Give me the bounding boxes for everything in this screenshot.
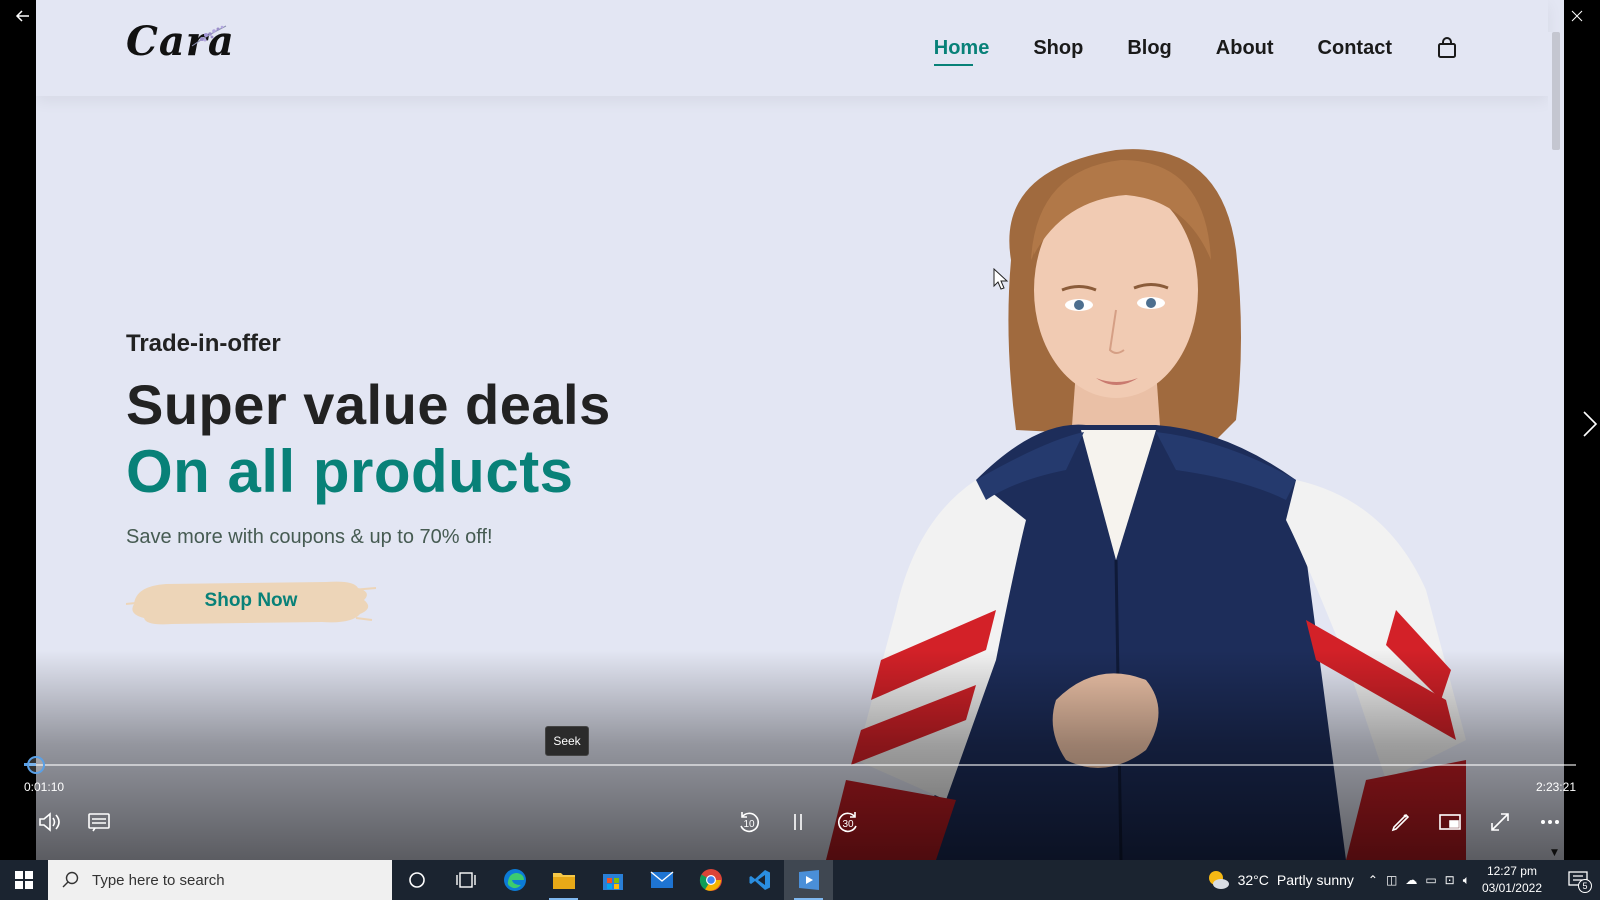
clock-date: 03/01/2022 [1481,881,1542,895]
shop-now-label: Shop Now [204,590,298,611]
site-header: Cara Home Shop Blog About Contact [36,0,1548,96]
scrollbar-thumb[interactable] [1552,32,1560,150]
weather-widget[interactable]: 32°C Partly sunny [1206,869,1354,891]
windows-taskbar: Type here to search 32°C Partly sunny ⌃ … [0,860,1600,900]
notification-count-badge: 5 [1578,879,1592,893]
network-icon[interactable]: ⊡ [1445,873,1455,887]
nav-about[interactable]: About [1216,37,1274,60]
action-center-button[interactable]: 5 [1556,860,1600,900]
pencil-icon [1391,813,1410,832]
subtitles-button[interactable] [83,806,115,838]
skip-forward-seconds: 30 [842,819,854,830]
subtitles-icon [88,813,110,832]
pause-button[interactable] [782,806,814,838]
time-total: 2:23:21 [1535,780,1576,794]
miniplayer-button[interactable] [1434,806,1466,838]
main-nav: Home Shop Blog About Contact [933,0,1458,96]
edit-button[interactable] [1385,806,1417,838]
cortana-icon [408,872,425,888]
seek-tooltip: Seek [545,726,589,756]
weather-condition: Partly sunny [1276,872,1354,888]
media-player-icon [798,870,819,890]
hero-eyebrow: Trade-in-offer [126,330,281,357]
vscode-icon [749,870,770,890]
cortana-button[interactable] [392,860,441,900]
clock-time: 12:27 pm [1486,864,1537,878]
next-item-chevron-icon[interactable] [1582,410,1598,445]
shopping-bag-icon[interactable] [1436,37,1458,59]
taskbar-search-box[interactable]: Type here to search [48,860,392,900]
volume-icon [39,812,60,832]
tray-icons: ⌃ ◫ ☁ ▭ ⊡ 🔈︎ [1368,873,1470,888]
shop-now-button[interactable]: Shop Now [126,574,376,628]
taskbar-app-edge[interactable] [490,860,539,900]
clock[interactable]: 12:27 pm 03/01/2022 [1482,863,1542,897]
time-elapsed: 0:01:10 [24,780,65,794]
windows-logo-icon [15,871,33,889]
hero-subtitle: Save more with coupons & up to 70% off! [126,526,493,548]
battery-icon[interactable]: ▭ [1425,873,1436,887]
back-arrow-icon [15,10,29,22]
start-button[interactable] [0,860,48,900]
onedrive-cloud-icon[interactable]: ☁ [1405,873,1417,887]
edge-icon [503,869,526,891]
chrome-icon [699,869,722,891]
skip-back-button[interactable]: 10 [733,806,765,838]
lavender-sprig-icon [191,25,227,47]
more-options-icon [1540,820,1559,825]
partly-sunny-icon [1208,871,1229,889]
pause-icon [794,814,802,830]
file-explorer-icon [552,873,575,889]
nav-blog[interactable]: Blog [1127,37,1171,60]
skip-forward-button[interactable]: 30 [832,806,864,838]
close-icon [1571,10,1583,22]
more-options-button[interactable] [1534,806,1566,838]
taskbar-app-media-player[interactable] [784,860,833,900]
task-view-button[interactable] [441,860,490,900]
search-icon [62,871,79,888]
nav-contact[interactable]: Contact [1318,37,1392,60]
seek-bar[interactable] [24,764,1576,766]
hero-content: Trade-in-offer Super value deals On all … [126,330,611,549]
nav-shop[interactable]: Shop [1033,37,1083,60]
fullscreen-icon [1491,813,1509,831]
meet-now-icon[interactable]: ◫ [1386,873,1397,887]
taskbar-app-chrome[interactable] [686,860,735,900]
hero-title: Super value deals [126,373,611,436]
mouse-pointer-icon [993,268,1009,290]
media-player-window: Cara Home Shop Blog About Contact Trade-… [0,0,1600,900]
miniplayer-icon [1439,814,1461,830]
volume-button[interactable] [34,806,66,838]
taskbar-app-file-explorer[interactable] [539,860,588,900]
taskbar-app-mail[interactable] [637,860,686,900]
hero-title-highlight: On all products [126,438,574,505]
taskbar-app-vscode[interactable] [735,860,784,900]
nav-home[interactable]: Home [933,37,989,66]
system-tray: 32°C Partly sunny ⌃ ◫ ☁ ▭ ⊡ 🔈︎ 12:27 pm … [1206,860,1600,900]
taskbar-app-store[interactable] [588,860,637,900]
search-placeholder: Type here to search [92,871,225,889]
fullscreen-button[interactable] [1484,806,1516,838]
task-view-icon [455,872,476,888]
mail-icon [650,871,673,888]
skip-back-seconds: 10 [743,819,755,830]
speaker-icon[interactable]: 🔈︎ [1463,873,1470,888]
show-hidden-icons-chevron-icon[interactable]: ⌃ [1368,873,1378,887]
microsoft-store-icon [602,874,623,890]
weather-temp: 32°C [1237,872,1269,888]
